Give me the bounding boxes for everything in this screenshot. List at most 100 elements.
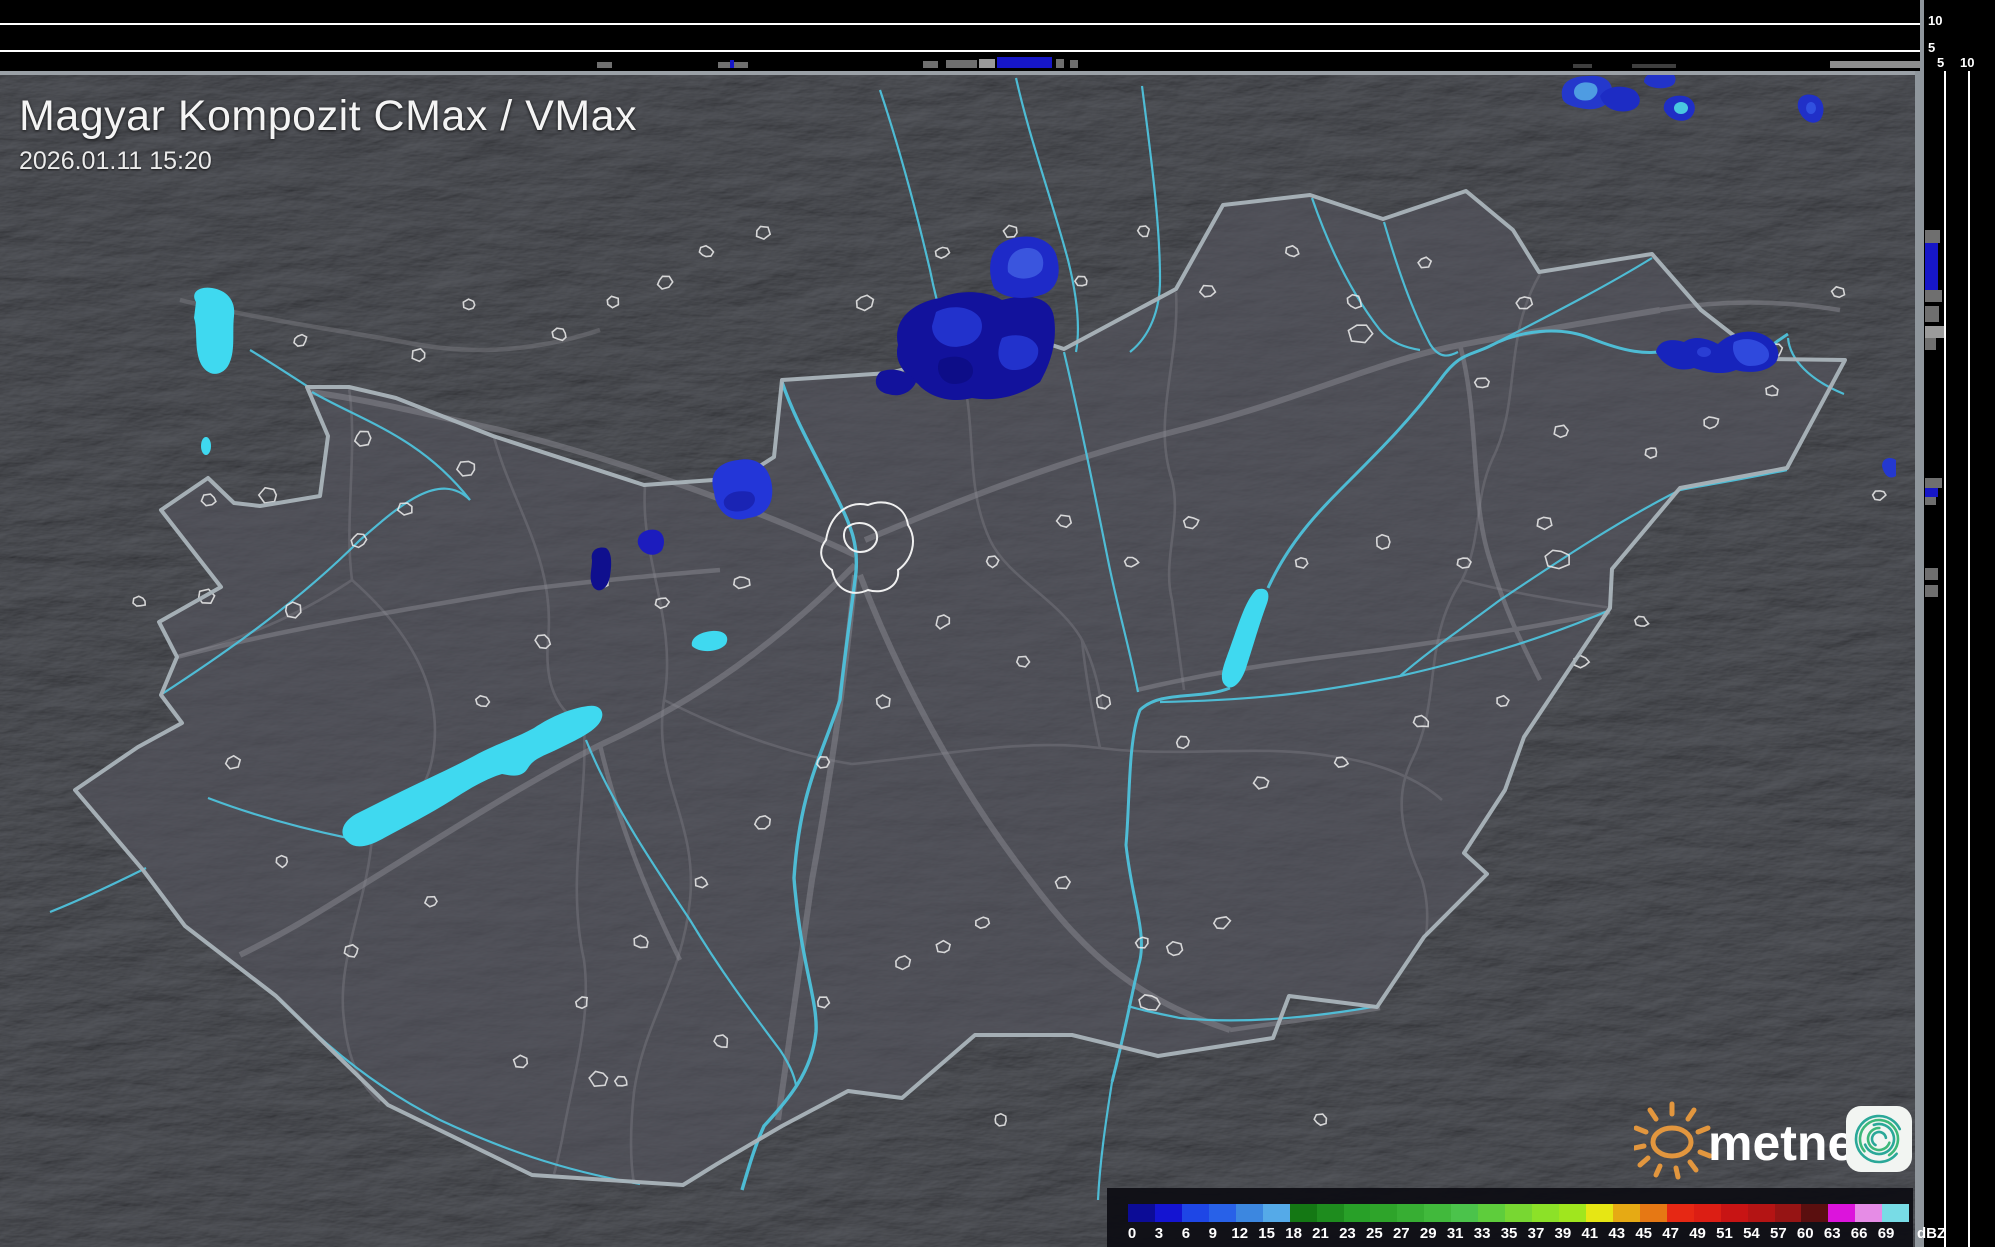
axis-label-right-10km: 10	[1960, 57, 1974, 69]
echo-profile-bar-top	[1070, 60, 1078, 68]
map-canvas[interactable]	[0, 0, 1920, 1247]
echo-profile-bar-top	[923, 61, 938, 68]
legend-color-segment	[1667, 1204, 1694, 1222]
page-title: Magyar Kompozit CMax / VMax	[19, 92, 637, 141]
profile-strip-right: 10 5 5 10	[1920, 0, 1995, 1247]
title-block: Magyar Kompozit CMax / VMax 2026.01.11 1…	[19, 92, 637, 176]
legend-tick-label: 37	[1528, 1225, 1545, 1242]
legend-color-segment	[1640, 1204, 1667, 1222]
legend-tick-label: 54	[1743, 1225, 1760, 1242]
legend-tick-label: 69	[1878, 1225, 1895, 1242]
legend-color-segment	[1370, 1204, 1397, 1222]
legend-color-segment	[1451, 1204, 1478, 1222]
radar-composite-viewer: 10 5 5 10 Magyar Kompozit CMax / VMax 20…	[0, 0, 1995, 1247]
legend-tick-label: 21	[1312, 1225, 1329, 1242]
echo-profile-bar-top	[718, 62, 730, 68]
map-frame-top	[0, 71, 1920, 75]
legend-tick-label: 18	[1285, 1225, 1302, 1242]
app-icon	[1846, 1106, 1912, 1172]
legend-tick-label: 12	[1231, 1225, 1248, 1242]
echo-profile-bar-top	[1573, 64, 1592, 68]
echo-profile-bar-right	[1925, 585, 1938, 597]
echo-profile-bar-right	[1925, 290, 1942, 302]
legend-color-segment	[1263, 1204, 1290, 1222]
axis-label-top-10km: 10	[1928, 15, 1942, 27]
profile-strip-top	[0, 0, 1920, 71]
legend-tick-label: 35	[1501, 1225, 1518, 1242]
height-gridline-5km	[0, 50, 1920, 52]
legend-tick-label: 0	[1128, 1225, 1136, 1242]
legend-tick-label: 23	[1339, 1225, 1356, 1242]
echo-profile-bar-top	[1830, 61, 1920, 68]
echo-profile-bar-top	[1632, 64, 1676, 68]
echo-profile-bar-top	[979, 59, 995, 68]
reflectivity-legend: 0369121518212325272931333537394143454749…	[1107, 1188, 1913, 1247]
echo-profile-bar-right	[1925, 230, 1940, 243]
legend-color-segment	[1236, 1204, 1263, 1222]
legend-tick-label: 31	[1447, 1225, 1464, 1242]
echo-profile-bar-top	[997, 57, 1052, 68]
legend-tick-label: 33	[1474, 1225, 1491, 1242]
legend-color-segment	[1209, 1204, 1236, 1222]
legend-color-segment	[1397, 1204, 1424, 1222]
echo-profile-bar-right	[1925, 338, 1936, 350]
legend-tick-label: 41	[1581, 1225, 1598, 1242]
echo-profile-bar-right	[1925, 306, 1939, 322]
echo-profile-bar-right	[1925, 478, 1942, 488]
echo-profile-bar-right	[1925, 326, 1944, 338]
axis-label-top-5km: 5	[1928, 42, 1935, 54]
legend-tick-label: 60	[1797, 1225, 1814, 1242]
lake-ferto	[194, 288, 234, 374]
legend-tick-label: 39	[1555, 1225, 1572, 1242]
height-gridline-5km-vert	[1944, 71, 1946, 1247]
legend-color-segment	[1505, 1204, 1532, 1222]
branding-logo: metnet	[1634, 1096, 1924, 1180]
legend-color-segment	[1317, 1204, 1344, 1222]
legend-tick-label: 51	[1716, 1225, 1733, 1242]
echo-profile-bar-top	[946, 60, 977, 68]
echo-profile-bar-top	[734, 62, 748, 68]
legend-tick-label: 29	[1420, 1225, 1437, 1242]
legend-tick-label: 45	[1635, 1225, 1652, 1242]
legend-color-segment	[1586, 1204, 1613, 1222]
echo-profile-bar-right	[1925, 488, 1938, 497]
legend-color-segment	[1721, 1204, 1748, 1222]
legend-tick-label: 6	[1182, 1225, 1190, 1242]
height-gridline-10km	[0, 23, 1920, 25]
legend-color-segment	[1128, 1204, 1155, 1222]
legend-color-segment	[1775, 1204, 1802, 1222]
legend-color-segment	[1478, 1204, 1505, 1222]
legend-unit-label: dBZ	[1917, 1225, 1946, 1242]
legend-tick-label: 9	[1209, 1225, 1217, 1242]
legend-tick-label: 3	[1155, 1225, 1163, 1242]
legend-color-segment	[1694, 1204, 1721, 1222]
echo-profile-bar-top	[597, 62, 612, 68]
timestamp: 2026.01.11 15:20	[19, 147, 637, 176]
legend-tick-label: 15	[1258, 1225, 1275, 1242]
legend-color-segment	[1882, 1204, 1909, 1222]
echo-profile-bar-right	[1925, 568, 1938, 580]
legend-tick-label: 57	[1770, 1225, 1787, 1242]
axis-label-right-5km: 5	[1937, 57, 1944, 69]
legend-tick-label: 49	[1689, 1225, 1706, 1242]
legend-color-segment	[1344, 1204, 1371, 1222]
legend-color-segment	[1182, 1204, 1209, 1222]
echo-profile-bar-right	[1925, 243, 1938, 290]
sun-icon	[1634, 1104, 1710, 1177]
legend-color-segment	[1559, 1204, 1586, 1222]
legend-color-segment	[1155, 1204, 1182, 1222]
legend-tick-label: 27	[1393, 1225, 1410, 1242]
legend-tick-label: 63	[1824, 1225, 1841, 1242]
legend-color-bar	[1128, 1204, 1909, 1222]
legend-color-segment	[1290, 1204, 1317, 1222]
legend-tick-label: 66	[1851, 1225, 1868, 1242]
legend-color-segment	[1828, 1204, 1855, 1222]
legend-tick-label: 43	[1608, 1225, 1625, 1242]
legend-color-segment	[1748, 1204, 1775, 1222]
echo-profile-bar-right	[1925, 497, 1936, 505]
legend-color-segment	[1801, 1204, 1828, 1222]
legend-tick-label: 47	[1662, 1225, 1679, 1242]
legend-color-segment	[1532, 1204, 1559, 1222]
legend-color-segment	[1855, 1204, 1882, 1222]
legend-tick-label: 25	[1366, 1225, 1383, 1242]
